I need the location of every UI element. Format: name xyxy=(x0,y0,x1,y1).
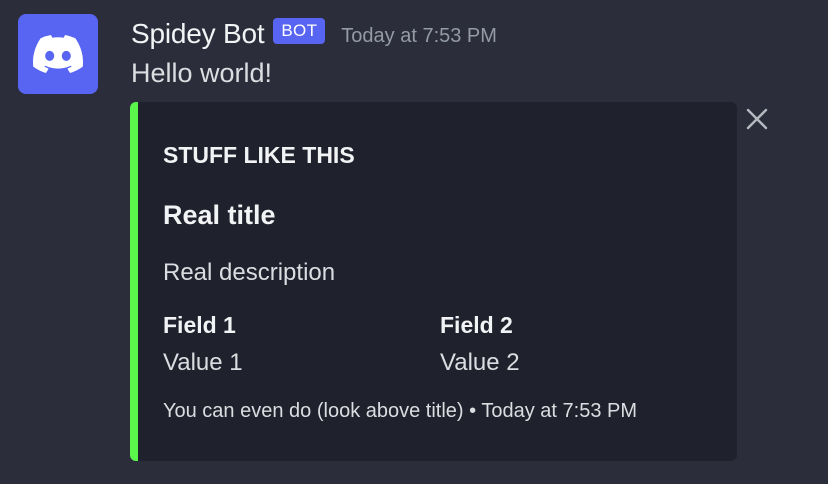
bot-badge: BOT xyxy=(273,18,326,44)
discord-logo-icon xyxy=(33,35,83,73)
embed: STUFF LIKE THIS Real title Real descript… xyxy=(130,102,737,461)
embed-footer: You can even do (look above title) • Tod… xyxy=(163,400,637,423)
embed-field-value: Value 2 xyxy=(440,349,520,376)
embed-footer-separator: • xyxy=(469,400,477,422)
message-content: Hello world! xyxy=(131,58,273,88)
embed-field-name: Field 2 xyxy=(440,312,513,338)
embed-field-name: Field 1 xyxy=(163,312,236,338)
embed-field: Field 1 Value 1 xyxy=(163,311,243,377)
message-header: Spidey Bot BOT Today at 7:53 PM xyxy=(131,14,497,54)
username[interactable]: Spidey Bot xyxy=(131,18,265,50)
embed-description: Real description xyxy=(163,259,336,286)
avatar[interactable] xyxy=(18,14,98,94)
embed-footer-timestamp: Today at 7:53 PM xyxy=(481,400,638,422)
close-icon xyxy=(746,108,768,130)
dismiss-embed-button[interactable] xyxy=(744,106,770,132)
embed-field-value: Value 1 xyxy=(163,349,243,376)
embed-field: Field 2 Value 2 xyxy=(440,311,520,377)
message-timestamp: Today at 7:53 PM xyxy=(341,24,497,47)
embed-footer-text: You can even do (look above title) xyxy=(163,400,464,422)
embed-title: Real title xyxy=(163,200,276,230)
embed-author: STUFF LIKE THIS xyxy=(163,142,355,168)
